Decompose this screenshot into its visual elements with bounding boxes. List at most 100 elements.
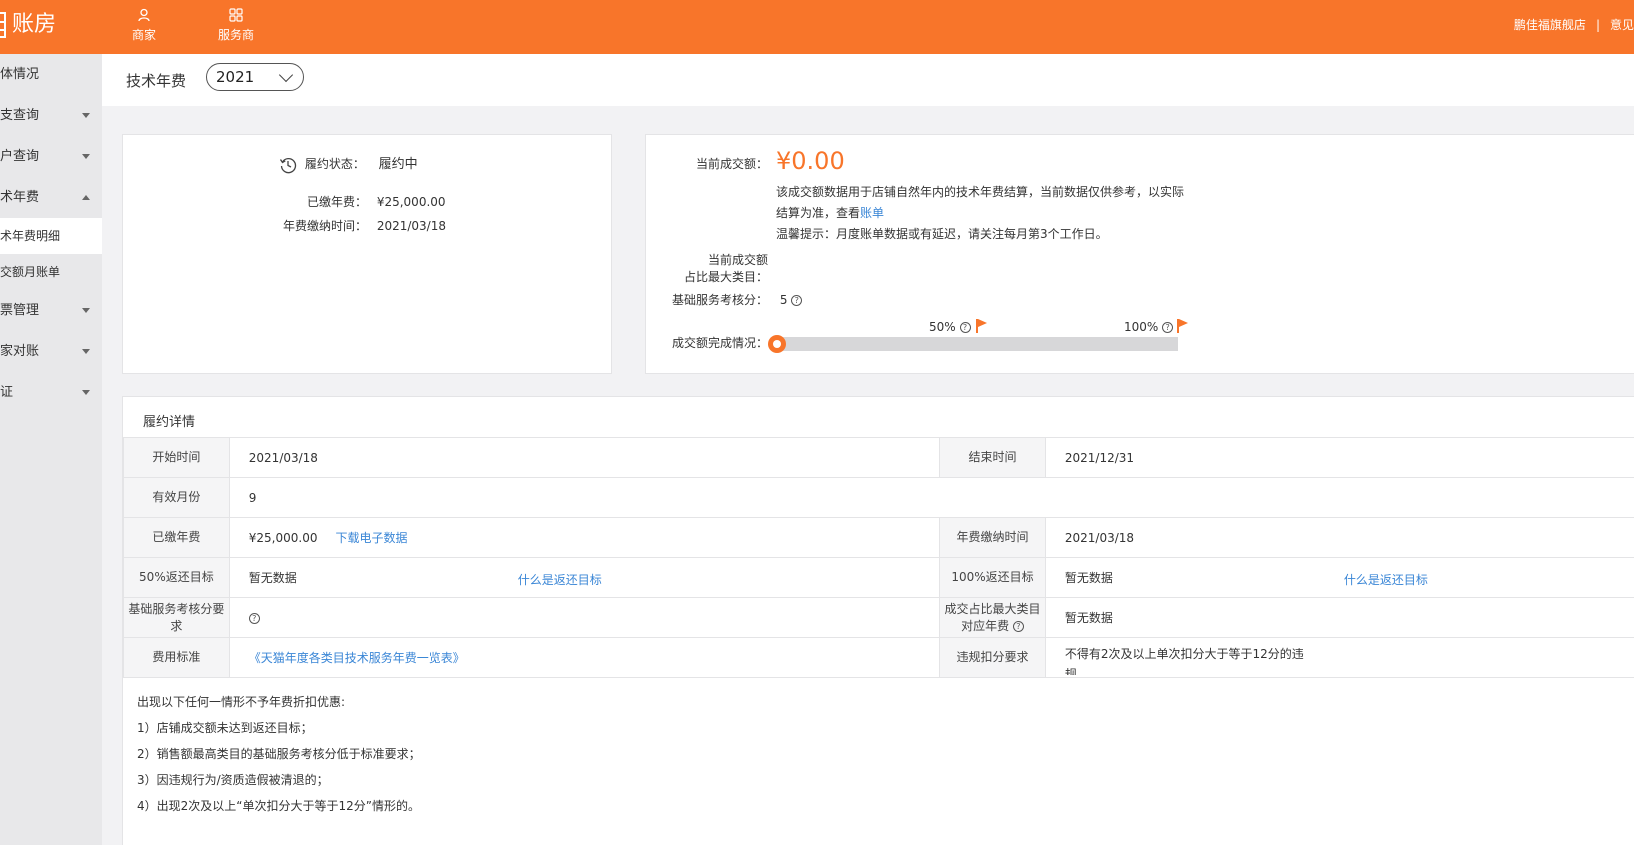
amount-row: 当前成交额： — [676, 155, 768, 172]
sidebar: 体情况 支查询 户查询 术年费 术年费明细 交额月账单 票管理 家对账 证 — [0, 54, 102, 845]
mark-100: 100% ? — [1124, 320, 1174, 334]
summary-card: 履约状态： 履约中 已缴年费： ¥25,000.00 年费缴纳时间： 2021/… — [122, 134, 612, 374]
months-value: 9 — [228, 477, 1634, 518]
rules-list: 出现以下任何一情形不予年费折扣优惠: 1）店铺成交额未达到返还目标； 2）销售额… — [137, 689, 421, 819]
caret-down-icon — [82, 113, 90, 118]
amount-label: 当前成交额： — [695, 157, 768, 171]
nav-merchant-label: 商家 — [131, 28, 156, 42]
logo-icon — [0, 12, 6, 38]
months-label: 有效月份 — [123, 477, 230, 518]
sidebar-item-label: 户查询 — [0, 149, 40, 164]
store-name[interactable]: 鹏佳福旗舰店 — [1514, 18, 1586, 32]
what-is-target-link[interactable]: 什么是返还目标 — [1344, 571, 1428, 588]
sidebar-item-monthly-bill[interactable]: 交额月账单 — [0, 254, 102, 290]
status-row: 履约状态： 履约中 — [279, 153, 418, 174]
paid-row: 已缴年费： ¥25,000.00 — [293, 193, 446, 210]
violation-label: 违规扣分要求 — [939, 637, 1046, 678]
logo[interactable]: 账房 — [0, 10, 56, 40]
top-category-label: 当前成交额 占比最大类目： — [676, 251, 768, 285]
rule-item: 2）销售额最高类目的基础服务考核分低于标准要求； — [137, 747, 421, 761]
progress-bar — [776, 337, 1178, 351]
status-label: 履约状态： — [304, 157, 365, 171]
progress-knob — [768, 335, 786, 353]
caret-down-icon — [82, 308, 90, 313]
bill-link[interactable]: 账单 — [860, 206, 884, 220]
nav-service-provider[interactable]: 服务商 — [206, 8, 266, 43]
end-value: 2021/12/31 — [1044, 437, 1634, 478]
flag-100-icon — [1177, 319, 1188, 333]
rule-item: 4）出现2次及以上“单次扣分大于等于12分”情形的。 — [137, 799, 420, 813]
nav-service-provider-label: 服务商 — [217, 28, 254, 42]
sidebar-item-label: 家对账 — [0, 344, 40, 359]
download-link[interactable]: 下载电子数据 — [336, 531, 408, 545]
status-value: 履约中 — [378, 157, 418, 172]
sidebar-item-overview[interactable]: 体情况 — [0, 54, 102, 95]
paid-time-value: 2021/03/18 — [376, 219, 446, 233]
caret-down-icon — [82, 154, 90, 159]
top-cat-fee-label-text: 对应年费 — [961, 618, 1010, 633]
score-req-label-line1: 基础服务考核分要 — [128, 601, 225, 616]
history-icon — [279, 157, 297, 173]
violation-value: 不得有2次及以上单次扣分大于等于12分的违规 — [1064, 646, 1304, 675]
paid-time-label: 年费缴纳时间 — [939, 517, 1046, 558]
paid-value: ¥25,000.00 — [248, 531, 318, 545]
sidebar-item-tech-fee-detail[interactable]: 术年费明细 — [0, 218, 102, 254]
rule-item: 3）因违规行为/资质造假被清退的； — [137, 773, 329, 787]
desc-line-2-text: 结算为准，查看 — [776, 206, 861, 220]
target-50-label: 50%返还目标 — [123, 557, 230, 598]
sidebar-item-label: 术年费 — [0, 190, 40, 205]
sidebar-item-tech-fee[interactable]: 术年费 — [0, 177, 102, 218]
desc-line-1: 该成交额数据用于店铺自然年内的技术年费结算，当前数据仅供参考，以实际 — [776, 185, 1185, 199]
help-icon[interactable]: ? — [1162, 322, 1174, 333]
help-icon[interactable]: ? — [791, 295, 803, 306]
table-row: 50%返还目标 暂无数据 什么是返还目标 100%返还目标 暂无数据 什么是返还… — [123, 557, 1634, 598]
caret-up-icon — [82, 195, 90, 200]
mark-50: 50% ? — [929, 320, 971, 334]
detail-card: 履约详情 开始时间 2021/03/18 结束时间 2021/12/31 有效月… — [122, 396, 1634, 845]
sidebar-item-account-query[interactable]: 户查询 — [0, 136, 102, 177]
what-is-target-link[interactable]: 什么是返还目标 — [518, 571, 602, 588]
paid-time-label: 年费缴纳时间： — [282, 219, 367, 233]
table-row: 开始时间 2021/03/18 结束时间 2021/12/31 — [123, 437, 1634, 478]
target-50-value: 暂无数据 — [248, 571, 297, 585]
score-label: 基础服务考核分： — [671, 293, 768, 307]
top-cat-fee-value: 暂无数据 — [1044, 597, 1634, 638]
help-icon[interactable]: ? — [1012, 620, 1024, 632]
sidebar-item-label: 支查询 — [0, 108, 40, 123]
start-value: 2021/03/18 — [228, 437, 941, 478]
score-req-cell: ? — [228, 597, 941, 638]
progress-label: 成交额完成情况： — [671, 336, 768, 350]
target-100-label: 100%返还目标 — [939, 557, 1046, 598]
help-icon[interactable]: ? — [248, 612, 260, 624]
sidebar-item-label: 证 — [0, 385, 14, 400]
feedback-link[interactable]: 意见 — [1610, 18, 1634, 32]
sidebar-item-certificate[interactable]: 证 — [0, 372, 102, 413]
sidebar-item-reconciliation[interactable]: 家对账 — [0, 331, 102, 372]
current-card: 当前成交额： ¥0.00 该成交额数据用于店铺自然年内的技术年费结算，当前数据仅… — [645, 134, 1634, 374]
mark-100-label: 100% — [1124, 320, 1159, 334]
sidebar-item-income-query[interactable]: 支查询 — [0, 95, 102, 136]
help-icon[interactable]: ? — [959, 322, 971, 333]
main-content: 技术年费 2021 履约状态： 履约中 已缴年费： ¥25,000.00 年费缴… — [102, 54, 1634, 845]
sidebar-item-invoice[interactable]: 票管理 — [0, 290, 102, 331]
nav-merchant[interactable]: 商家 — [114, 8, 174, 43]
progress-row: 成交额完成情况： — [646, 334, 768, 351]
paid-value: ¥25,000.00 — [376, 195, 446, 209]
sidebar-item-label: 交额月账单 — [0, 265, 61, 279]
sidebar-item-label: 体情况 — [0, 67, 40, 82]
top-category-label-line2: 占比最大类目： — [683, 270, 768, 284]
person-icon — [138, 8, 150, 22]
year-select[interactable]: 2021 — [206, 63, 304, 91]
amount-value: ¥0.00 — [776, 147, 845, 175]
top-bar: 账房 商家 服务商 鹏佳福旗舰店 | 意见 — [0, 0, 1634, 54]
score-req-label: 基础服务考核分要 求 — [123, 597, 230, 638]
fee-std-link[interactable]: 《天猫年度各类目技术服务年费一览表》 — [249, 651, 465, 665]
desc-line-2: 结算为准，查看账单 — [776, 204, 884, 221]
rule-item: 1）店铺成交额未达到返还目标； — [137, 721, 313, 735]
caret-down-icon — [82, 390, 90, 395]
grid-icon — [229, 8, 243, 22]
violation-cell: 不得有2次及以上单次扣分大于等于12分的违规 — [1044, 637, 1634, 678]
rules-heading: 出现以下任何一情形不予年费折扣优惠: — [137, 695, 346, 709]
score-row: 基础服务考核分： 5 ? — [646, 291, 803, 308]
top-cat-fee-label: 成交占比最大类目 对应年费 ? — [939, 597, 1046, 638]
